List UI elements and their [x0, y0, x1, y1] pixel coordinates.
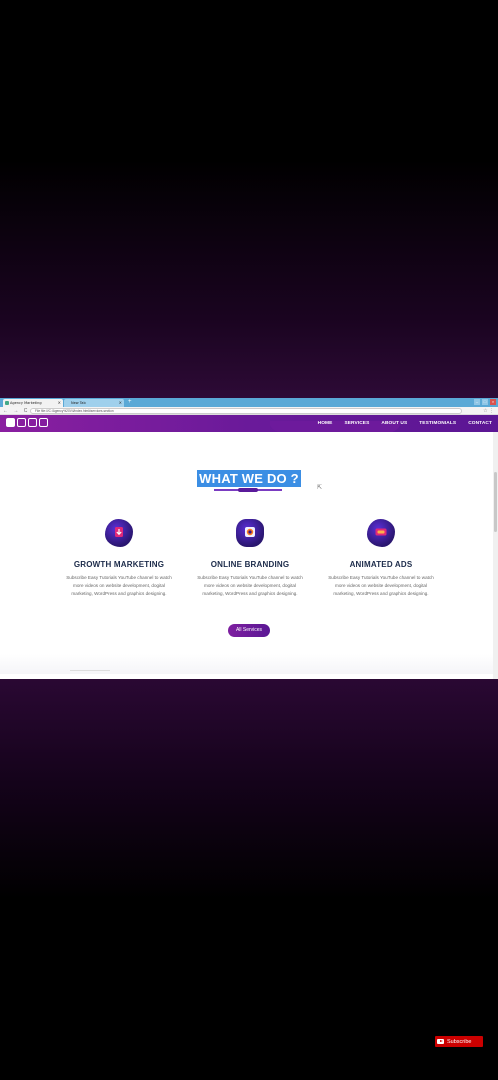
- tab-close-icon[interactable]: ×: [119, 399, 122, 407]
- page-scrollbar[interactable]: [493, 432, 498, 679]
- video-background-bottom: [0, 679, 498, 1080]
- browser-tab-active[interactable]: Agency Marketing ×: [3, 399, 63, 407]
- next-section-edge: [0, 654, 493, 674]
- service-description: Subscribe Easy Tutorials YouTube channel…: [328, 575, 434, 596]
- close-window-icon[interactable]: ×: [490, 399, 496, 405]
- mouse-cursor-icon: ⇱: [317, 485, 323, 491]
- logo-square-icon: [28, 418, 37, 427]
- navigation-buttons[interactable]: ← → C: [3, 407, 29, 415]
- download-arrow-icon: [102, 516, 136, 550]
- youtube-play-icon: [437, 1039, 444, 1044]
- nav-link-services[interactable]: SERVICES: [344, 421, 369, 426]
- logo-square-icon: [6, 418, 15, 427]
- subscribe-button[interactable]: Subscribe: [435, 1036, 483, 1047]
- logo-square-icon: [39, 418, 48, 427]
- minimize-icon[interactable]: –: [474, 399, 480, 405]
- camera-lens-icon: [233, 516, 267, 550]
- subscribe-label: Subscribe: [447, 1038, 472, 1045]
- logo[interactable]: [6, 418, 48, 427]
- service-description: Subscribe Easy Tutorials YouTube channel…: [66, 575, 172, 596]
- tab-label: New Tab: [71, 401, 86, 405]
- service-title: ANIMATED ADS: [349, 560, 413, 569]
- nav-link-home[interactable]: HOME: [318, 421, 333, 426]
- browser-toolbar: ← → C File file:///C:/Agency%20V4/index.…: [0, 407, 498, 415]
- section-heading: WHAT WE DO ?: [197, 470, 301, 487]
- nav-links: HOME SERVICES ABOUT US TESTIMONIALS CONT…: [318, 415, 492, 432]
- video-background-top: [0, 0, 498, 398]
- scrollbar-thumb[interactable]: [494, 472, 497, 532]
- nav-link-about[interactable]: ABOUT US: [381, 421, 407, 426]
- service-title: GROWTH MARKETING: [73, 560, 165, 569]
- maximize-icon[interactable]: □: [482, 399, 488, 405]
- screen-ad-icon: [364, 516, 398, 550]
- address-bar[interactable]: File file:///C:/Agency%20V4/index.html#s…: [30, 408, 462, 414]
- window-controls: – □ ×: [474, 398, 496, 405]
- logo-square-icon: [17, 418, 26, 427]
- nav-link-contact[interactable]: CONTACT: [468, 421, 492, 426]
- service-description: Subscribe Easy Tutorials YouTube channel…: [197, 575, 303, 596]
- browser-tab[interactable]: New Tab ×: [64, 399, 124, 407]
- all-services-button[interactable]: All Services: [228, 624, 270, 637]
- nav-link-testimonials[interactable]: TESTIMONIALS: [419, 421, 456, 426]
- bookmark-menu-icons[interactable]: ☆ ⋮: [483, 407, 494, 415]
- favicon-icon: [5, 401, 9, 405]
- browser-tabstrip: Agency Marketing × New Tab × + – □ ×: [0, 398, 498, 407]
- service-title: ONLINE BRANDING: [210, 560, 290, 569]
- service-card: ONLINE BRANDING Subscribe Easy Tutorials…: [195, 516, 305, 597]
- heading-underline: [214, 488, 282, 492]
- services-list: GROWTH MARKETING Subscribe Easy Tutorial…: [64, 516, 436, 597]
- service-card: ANIMATED ADS Subscribe Easy Tutorials Yo…: [326, 516, 436, 597]
- new-tab-button[interactable]: +: [128, 398, 132, 407]
- service-card: GROWTH MARKETING Subscribe Easy Tutorial…: [64, 516, 174, 597]
- tab-close-icon[interactable]: ×: [58, 399, 61, 407]
- tab-label: Agency Marketing: [10, 401, 42, 405]
- services-section: WHAT WE DO ? ⇱ GROWTH MARKETING Subscrib…: [0, 432, 498, 674]
- screen-recording: Agency Marketing × New Tab × + – □ × ← →…: [0, 398, 498, 679]
- site-navbar: HOME SERVICES ABOUT US TESTIMONIALS CONT…: [0, 415, 498, 441]
